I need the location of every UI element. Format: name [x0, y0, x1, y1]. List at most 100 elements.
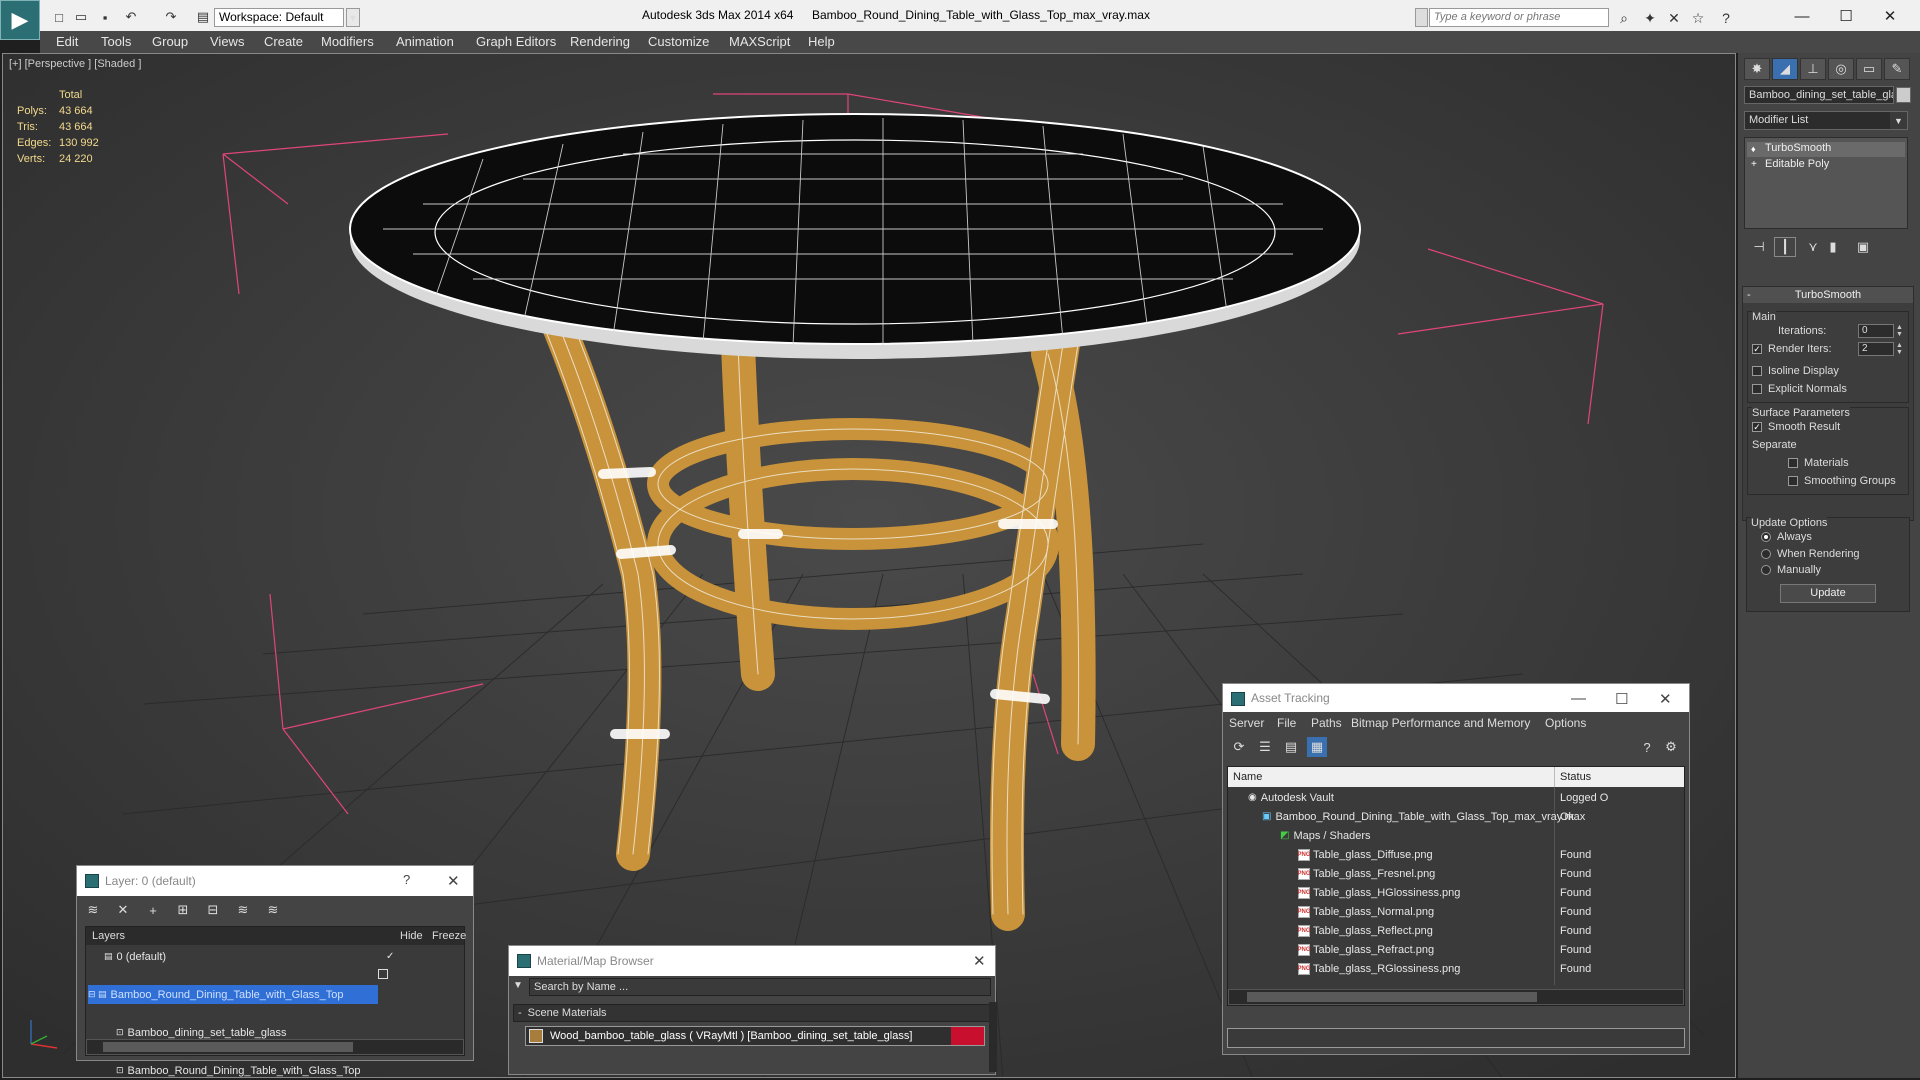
- list-view-icon[interactable]: ☰: [1255, 737, 1275, 757]
- menu-create[interactable]: Create: [264, 34, 303, 49]
- scroll-thumb[interactable]: [103, 1042, 353, 1052]
- close-icon[interactable]: ✕: [1659, 690, 1672, 708]
- render-iters-checkbox[interactable]: ✓: [1752, 344, 1762, 354]
- pin-stack-icon[interactable]: ⊣: [1748, 237, 1770, 257]
- help-icon[interactable]: ?: [1716, 8, 1736, 28]
- asset-row-png[interactable]: PNG Table_glass_RGlossiness.png Found: [1228, 959, 1684, 978]
- table-view-icon[interactable]: ▦: [1307, 737, 1327, 757]
- always-radio[interactable]: [1761, 532, 1771, 542]
- delete-layer-icon[interactable]: ✕: [113, 900, 133, 920]
- chevron-down-icon[interactable]: ▼: [1890, 112, 1907, 129]
- layer-dialog-title-bar[interactable]: Layer: 0 (default) ? ✕: [77, 866, 473, 896]
- rollout-title[interactable]: - TurboSmooth: [1743, 287, 1913, 303]
- menu-edit[interactable]: Edit: [56, 34, 78, 49]
- material-search-input[interactable]: Search by Name ...: [529, 978, 991, 996]
- explicit-normals-checkbox[interactable]: [1752, 384, 1762, 394]
- communication-center-icon[interactable]: ✕: [1664, 8, 1684, 28]
- layer-row-default[interactable]: ▤ 0 (default) ✓: [104, 947, 444, 966]
- asset-row-png[interactable]: PNG Table_glass_HGlossiness.png Found: [1228, 883, 1684, 902]
- menu-graph-editors[interactable]: Graph Editors: [476, 34, 556, 49]
- menu-help[interactable]: Help: [808, 34, 835, 49]
- manually-radio[interactable]: [1761, 565, 1771, 575]
- col-layers[interactable]: Layers: [92, 930, 125, 942]
- asset-horizontal-scrollbar[interactable]: [1228, 989, 1684, 1005]
- layer-row-object-table[interactable]: ⊡ Bamboo_Round_Dining_Table_with_Glass_To…: [116, 1061, 396, 1080]
- asset-menu-options[interactable]: Options: [1545, 716, 1586, 730]
- scroll-thumb[interactable]: [1247, 992, 1537, 1002]
- asset-menu-server[interactable]: Server: [1229, 716, 1264, 730]
- make-unique-icon[interactable]: ⋎: [1802, 237, 1824, 257]
- close-icon[interactable]: ✕: [447, 872, 460, 890]
- help-icon[interactable]: ?: [1637, 737, 1657, 757]
- isoline-display-checkbox[interactable]: [1752, 366, 1762, 376]
- asset-menu-bitmap-performance[interactable]: Bitmap Performance and Memory: [1351, 716, 1530, 730]
- project-folder-icon[interactable]: ▤: [194, 9, 212, 25]
- stack-item-editable-poly[interactable]: Editable Poly: [1747, 158, 1905, 173]
- menu-customize[interactable]: Customize: [648, 34, 709, 49]
- help-icon[interactable]: ?: [403, 872, 410, 887]
- modify-tab-icon[interactable]: ◢: [1772, 58, 1798, 80]
- asset-menu-paths[interactable]: Paths: [1311, 716, 1342, 730]
- hierarchy-tab-icon[interactable]: ⊥: [1800, 58, 1826, 80]
- maximize-icon[interactable]: ☐: [1826, 4, 1866, 28]
- asset-row-vault[interactable]: ◉ Autodesk Vault Logged O: [1228, 788, 1684, 807]
- update-button[interactable]: Update: [1780, 584, 1876, 603]
- object-color-swatch[interactable]: [1896, 87, 1911, 103]
- highlight-selected-icon[interactable]: ⊟: [203, 900, 223, 920]
- subscription-center-icon[interactable]: ✦: [1640, 8, 1660, 28]
- menu-maxscript[interactable]: MAXScript: [729, 34, 790, 49]
- motion-tab-icon[interactable]: ◎: [1828, 58, 1854, 80]
- search-expand-icon[interactable]: ▶: [1415, 8, 1428, 27]
- show-end-result-icon[interactable]: ┃: [1774, 237, 1796, 257]
- new-file-icon[interactable]: □: [50, 9, 68, 25]
- materials-checkbox[interactable]: [1788, 458, 1798, 468]
- 3ds-max-logo-icon[interactable]: ▶: [0, 0, 40, 40]
- material-item[interactable]: Wood_bamboo_table_glass ( VRayMtl ) [Bam…: [525, 1026, 985, 1046]
- asset-menu-file[interactable]: File: [1277, 716, 1296, 730]
- minimize-icon[interactable]: —: [1782, 4, 1822, 28]
- workspace-dropdown-arrow-icon[interactable]: ▼: [346, 8, 360, 27]
- asset-row-png[interactable]: PNG Table_glass_Diffuse.png Found: [1228, 845, 1684, 864]
- col-name[interactable]: Name: [1233, 771, 1262, 783]
- make-current-checkbox[interactable]: [378, 969, 388, 979]
- menu-views[interactable]: Views: [210, 34, 244, 49]
- menu-group[interactable]: Group: [152, 34, 188, 49]
- favorites-star-icon[interactable]: ☆: [1688, 8, 1708, 28]
- display-tab-icon[interactable]: ▭: [1856, 58, 1882, 80]
- col-freeze[interactable]: Freeze: [432, 930, 466, 942]
- options-triangle-icon[interactable]: ▼: [513, 980, 523, 991]
- scene-materials-section[interactable]: - Scene Materials: [513, 1004, 991, 1022]
- redo-icon[interactable]: ↷: [162, 9, 180, 25]
- settings-icon[interactable]: ⚙: [1661, 737, 1681, 757]
- when-rendering-radio[interactable]: [1761, 549, 1771, 559]
- material-browser-title-bar[interactable]: Material/Map Browser ✕: [509, 946, 995, 976]
- modifier-list-dropdown[interactable]: Modifier List: [1744, 111, 1908, 130]
- hide-all-icon[interactable]: ≋: [233, 900, 253, 920]
- layer-horizontal-scrollbar[interactable]: [86, 1039, 464, 1055]
- create-tab-icon[interactable]: ✸: [1744, 58, 1770, 80]
- menu-rendering[interactable]: Rendering: [570, 34, 630, 49]
- keyword-search-input[interactable]: Type a keyword or phrase: [1429, 8, 1609, 27]
- asset-row-png[interactable]: PNG Table_glass_Fresnel.png Found: [1228, 864, 1684, 883]
- menu-animation[interactable]: Animation: [396, 34, 454, 49]
- remove-modifier-icon[interactable]: ▮: [1822, 237, 1844, 257]
- utilities-tab-icon[interactable]: ✎: [1884, 58, 1910, 80]
- col-hide[interactable]: Hide: [400, 930, 423, 942]
- maximize-icon[interactable]: ☐: [1615, 690, 1628, 708]
- stack-item-turbosmooth[interactable]: TurboSmooth: [1747, 142, 1905, 157]
- binoculars-icon[interactable]: ⌕: [1614, 8, 1634, 28]
- refresh-icon[interactable]: ⟳: [1229, 737, 1249, 757]
- menu-tools[interactable]: Tools: [101, 34, 131, 49]
- expand-plus-icon[interactable]: +: [1751, 159, 1757, 170]
- menu-modifiers[interactable]: Modifiers: [321, 34, 374, 49]
- minimize-icon[interactable]: —: [1571, 690, 1586, 707]
- select-objects-icon[interactable]: ⊞: [173, 900, 193, 920]
- col-status[interactable]: Status: [1560, 771, 1591, 783]
- object-name-field[interactable]: Bamboo_dining_set_table_gla: [1744, 86, 1894, 104]
- save-file-icon[interactable]: ▪: [96, 9, 114, 25]
- add-to-layer-icon[interactable]: +: [143, 900, 163, 920]
- create-layer-icon[interactable]: ≋: [83, 900, 103, 920]
- asset-row-max-file[interactable]: ▣ Bamboo_Round_Dining_Table_with_Glass_To…: [1228, 807, 1684, 826]
- close-icon[interactable]: ✕: [973, 952, 986, 970]
- render-iters-spinner[interactable]: 2: [1858, 342, 1894, 356]
